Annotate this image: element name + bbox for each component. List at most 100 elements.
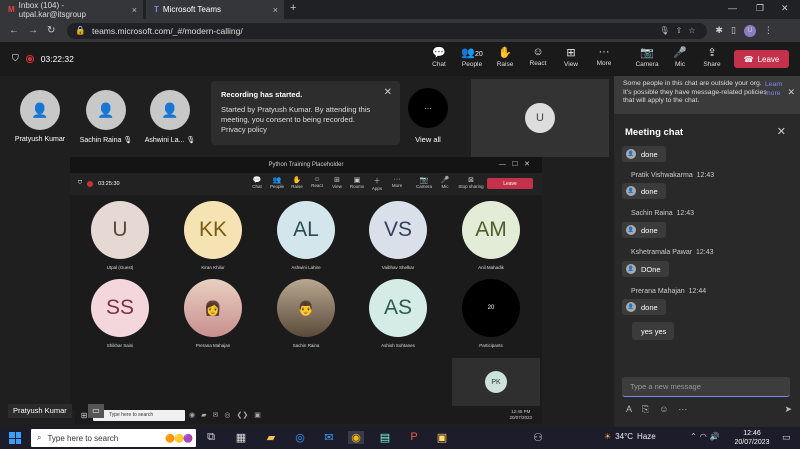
tile-name: Anil Mahadik bbox=[478, 265, 504, 270]
initials-avatar: SS bbox=[91, 279, 149, 337]
mail-icon[interactable]: ✉ bbox=[321, 431, 337, 444]
notification-icon[interactable]: ▭ bbox=[782, 432, 791, 443]
participant-tile[interactable]: 👤 Pratyush Kumar bbox=[9, 90, 71, 143]
chrome-icon: ◉ bbox=[189, 412, 196, 419]
sidepanel-icon[interactable]: ▯ bbox=[731, 25, 736, 36]
message-text: done bbox=[641, 302, 658, 312]
taskbar-clock[interactable]: 12:46 20/07/2023 bbox=[731, 429, 773, 447]
chat-message[interactable]: 👤 done bbox=[622, 183, 666, 199]
shared-stop-sharing-control: ⊠ Stop sharing bbox=[458, 177, 484, 189]
chat-message[interactable]: 👤 DOne bbox=[622, 261, 669, 277]
chat-message[interactable]: 👤 done bbox=[622, 222, 666, 238]
raise-button[interactable]: ✋ Raise bbox=[490, 46, 520, 68]
calendar-app-icon[interactable]: ▦ bbox=[233, 431, 249, 444]
emoji-icon[interactable]: ☺ bbox=[659, 404, 668, 415]
shared-timer: ⛉ 03:25:30 bbox=[78, 180, 120, 187]
app-icon[interactable]: ▣ bbox=[434, 431, 450, 444]
more-icon[interactable]: ··· bbox=[678, 404, 687, 415]
extensions-area: ✱ ▯ U ⋮ bbox=[715, 24, 773, 37]
more-icon: ··· bbox=[598, 46, 610, 58]
profile-avatar[interactable]: U bbox=[743, 24, 756, 37]
menu-icon[interactable]: ⋮ bbox=[764, 25, 773, 36]
people-button[interactable]: 👥20 People bbox=[457, 46, 487, 68]
compose-input[interactable]: Type a new message bbox=[622, 377, 790, 397]
tab-teams[interactable]: T Microsoft Teams × bbox=[146, 0, 284, 19]
more-button[interactable]: ··· More bbox=[589, 46, 619, 67]
teams-icon: T bbox=[154, 5, 159, 14]
self-avatar: U bbox=[525, 103, 555, 133]
react-button[interactable]: ☺ React bbox=[523, 46, 553, 67]
shared-react-control: ☺ React bbox=[308, 176, 326, 188]
tile-name: Kiran Khilur bbox=[201, 265, 225, 270]
smile-icon: ☺ bbox=[532, 46, 544, 58]
shared-window-title: Python Training Placeholder bbox=[70, 157, 542, 173]
minimize-icon[interactable]: — bbox=[728, 3, 737, 13]
window-close-icon[interactable]: ✕ bbox=[781, 3, 789, 14]
system-tray[interactable]: ⌃◠🔊 bbox=[690, 432, 723, 441]
tab-label: Microsoft Teams bbox=[162, 5, 221, 14]
apps-icon: ＋ bbox=[373, 178, 381, 185]
tab-inbox[interactable]: M Inbox (104) - utpal.kar@itsgroup × bbox=[0, 0, 143, 19]
extensions-icon[interactable]: ✱ bbox=[715, 25, 723, 36]
close-tab-icon[interactable]: × bbox=[273, 5, 278, 15]
close-icon[interactable]: ✕ bbox=[384, 88, 392, 98]
profile-photo-icon: 👩 bbox=[184, 279, 242, 337]
new-tab-button[interactable]: + bbox=[290, 2, 296, 14]
notepad-icon[interactable]: ▤ bbox=[377, 431, 393, 444]
camera-button[interactable]: 📷 Camera bbox=[632, 46, 662, 68]
shared-screen: Python Training Placeholder —☐✕ ⛉ 03:25:… bbox=[70, 157, 542, 409]
task-view-icon[interactable]: ⧉ bbox=[203, 431, 219, 444]
mail-icon: ✉ bbox=[212, 412, 219, 419]
send-icon[interactable]: ➤ bbox=[784, 404, 792, 415]
close-icon[interactable]: ✕ bbox=[787, 88, 795, 97]
mic-off-icon: 🎙 bbox=[186, 137, 196, 144]
forward-icon[interactable]: → bbox=[28, 25, 38, 36]
view-button[interactable]: ⊞ View bbox=[556, 46, 586, 68]
attach-icon[interactable]: ⎘ bbox=[642, 404, 649, 415]
reload-icon[interactable]: ↻ bbox=[47, 25, 55, 36]
edge-icon: ◎ bbox=[224, 412, 231, 419]
weather-widget[interactable]: ☀ 34°C Haze bbox=[604, 432, 656, 441]
chat-message[interactable]: 👤 done bbox=[622, 146, 666, 162]
shared-participant-tile: 20 Participants bbox=[461, 279, 521, 348]
sender-avatar-icon: 👤 bbox=[626, 264, 636, 274]
mic-icon: 🎤 bbox=[440, 177, 450, 184]
participant-tile[interactable]: 👤 Sachin Raina 🎙 bbox=[75, 90, 137, 144]
taskbar-search-input[interactable]: ⌕ Type here to search 🟠🟡🟣 bbox=[31, 429, 196, 447]
file-explorer-icon[interactable]: ▰ bbox=[263, 431, 279, 444]
chat-button[interactable]: 💬 Chat bbox=[424, 46, 454, 68]
view-all-button[interactable]: ··· View all bbox=[408, 88, 448, 144]
wifi-icon: ◠ bbox=[699, 432, 710, 441]
edge-icon[interactable]: ◎ bbox=[292, 431, 308, 444]
close-icon[interactable]: ✕ bbox=[777, 125, 786, 138]
close-tab-icon[interactable]: × bbox=[132, 5, 137, 15]
windows-start-icon[interactable] bbox=[9, 432, 21, 444]
share-button[interactable]: ⇪ Share bbox=[697, 46, 727, 68]
network-people-icon[interactable]: ⚇ bbox=[530, 431, 546, 444]
windows-taskbar: ⌕ Type here to search 🟠🟡🟣 ⧉ ▦ ▰ ◎ ✉ ◉ ▤ … bbox=[0, 427, 800, 449]
leave-button[interactable]: ☎ Leave bbox=[734, 50, 789, 68]
presenter-name-label: Pratyush Kumar bbox=[8, 404, 72, 418]
pin-icon[interactable]: ▭ bbox=[88, 404, 104, 418]
restore-icon[interactable]: ❐ bbox=[756, 3, 764, 14]
mic-off-icon: 🎙 bbox=[123, 137, 133, 144]
back-icon[interactable]: ← bbox=[9, 25, 19, 36]
learn-more-link[interactable]: Learn more bbox=[765, 81, 783, 98]
shared-chat-control: 💬 Chat bbox=[248, 176, 266, 189]
format-icon[interactable]: A bbox=[626, 404, 632, 415]
message-text: yes yes bbox=[641, 326, 667, 336]
participant-tile[interactable]: 👤 Ashwini La... 🎙 bbox=[139, 90, 201, 144]
mic-button[interactable]: 🎤 Mic bbox=[665, 46, 695, 68]
address-bar[interactable]: 🔒 teams.microsoft.com/_#/modern-calling/… bbox=[67, 22, 708, 39]
mic-icon: 🎤 bbox=[673, 47, 687, 59]
shared-participant-tile: 👩 Prerana Mahajan bbox=[183, 279, 243, 348]
external-notice: Some people in this chat are outside you… bbox=[614, 76, 800, 114]
powerpoint-icon[interactable]: P bbox=[406, 431, 422, 443]
privacy-policy-link[interactable]: Privacy policy bbox=[221, 125, 390, 135]
chat-message[interactable]: yes yes bbox=[632, 322, 675, 340]
chat-message[interactable]: 👤 done bbox=[622, 299, 666, 315]
self-video-tile[interactable]: U bbox=[471, 79, 609, 157]
people-count: 20 bbox=[474, 51, 483, 58]
shared-window-controls: —☐✕ bbox=[498, 161, 536, 168]
chrome-icon[interactable]: ◉ bbox=[348, 431, 364, 444]
